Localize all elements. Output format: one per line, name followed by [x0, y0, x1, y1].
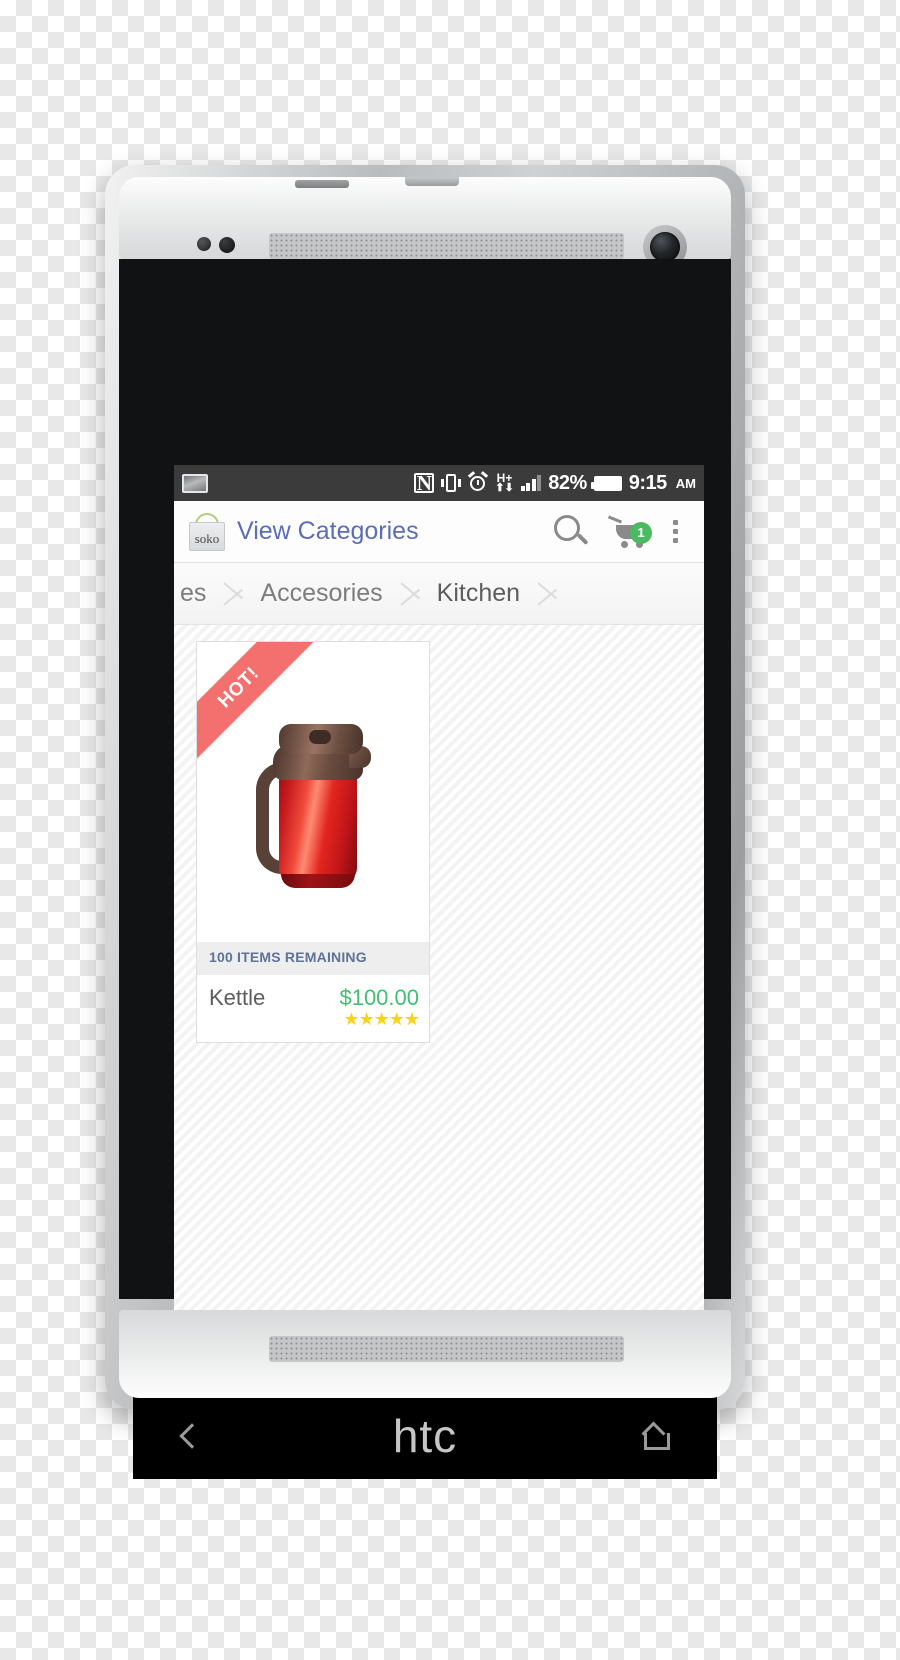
- power-button[interactable]: [405, 177, 459, 186]
- app-bar: soko View Categories 1: [174, 501, 704, 563]
- proximity-sensor-icon: [197, 237, 211, 251]
- breadcrumb-separator-icon: [536, 579, 558, 609]
- breadcrumb-item-1[interactable]: Accesories: [254, 579, 388, 608]
- phone-screen: N H+ ⬆⬇ 82% 9:15 AM soko View Categories…: [174, 465, 704, 1405]
- cart-count-badge: 1: [630, 521, 652, 544]
- overflow-dot-2: [672, 529, 678, 534]
- battery-icon: [590, 475, 622, 491]
- clock-label: 9:15: [628, 471, 668, 494]
- android-status-bar: N H+ ⬆⬇ 82% 9:15 AM: [174, 465, 704, 501]
- phone-top-bezel: [119, 177, 731, 269]
- phone-device: N H+ ⬆⬇ 82% 9:15 AM soko View Categories…: [105, 165, 745, 1479]
- clock-ampm-label: AM: [675, 475, 696, 491]
- htc-brand-logo: htc: [392, 1410, 458, 1462]
- view-categories-title[interactable]: View Categories: [237, 517, 544, 546]
- status-bar-system-icons: N H+ ⬆⬇ 82% 9:15 AM: [414, 471, 696, 495]
- vibrate-icon: [441, 473, 462, 493]
- phone-bottom-bezel: [119, 1310, 731, 1398]
- product-rating-stars: ★★★★★: [343, 1009, 420, 1029]
- home-icon: [641, 1425, 670, 1450]
- phone-front-face: N H+ ⬆⬇ 82% 9:15 AM soko View Categories…: [119, 259, 731, 1479]
- product-name-label: Kettle: [209, 985, 266, 1010]
- search-button[interactable]: [544, 514, 598, 549]
- back-button[interactable]: [179, 1423, 243, 1449]
- back-chevron-icon: [179, 1423, 205, 1449]
- product-price-label: $100.00: [339, 985, 419, 1010]
- signal-strength-icon: [520, 475, 542, 491]
- breadcrumb-separator-icon: [222, 579, 244, 609]
- network-type-icon: H+ ⬆⬇: [495, 472, 514, 494]
- breadcrumb-item-0[interactable]: es: [174, 579, 212, 608]
- product-card[interactable]: HOT! 100 ITEMS REMAINING Kettle $100.00 …: [196, 641, 430, 1043]
- bottom-speaker-grille: [269, 1336, 624, 1362]
- nfc-icon: N: [414, 471, 435, 495]
- breadcrumb-item-2[interactable]: Kitchen: [431, 579, 526, 608]
- overflow-dot-1: [672, 520, 678, 525]
- htc-navigation-bar: htc: [133, 1393, 717, 1479]
- stock-status-band: 100 ITEMS REMAINING: [197, 942, 429, 974]
- product-price-rating: $100.00 ★★★★★: [339, 985, 420, 1030]
- alarm-icon: [468, 471, 489, 493]
- kettle-base: [281, 874, 355, 888]
- search-icon: [554, 514, 589, 549]
- battery-percent-label: 82%: [548, 471, 587, 494]
- cart-button[interactable]: 1: [598, 514, 658, 548]
- overflow-dot-3: [672, 538, 678, 543]
- stock-status-label: 100 ITEMS REMAINING: [209, 949, 367, 965]
- product-info-row: Kettle $100.00 ★★★★★: [197, 974, 429, 1042]
- screenshot-icon: [182, 473, 208, 493]
- product-image[interactable]: HOT!: [197, 642, 429, 942]
- soko-logo-icon[interactable]: soko: [186, 511, 228, 553]
- data-transfer-icon: ⬆⬇: [495, 482, 514, 494]
- earpiece-speaker-grille: [269, 233, 624, 259]
- breadcrumb: es Accesories Kitchen: [174, 563, 704, 625]
- red-kettle-illustration: [251, 690, 377, 890]
- soko-logo-label: soko: [194, 530, 220, 546]
- product-grid: HOT! 100 ITEMS REMAINING Kettle $100.00 …: [174, 625, 704, 1405]
- light-sensor-icon: [219, 237, 235, 253]
- volume-button[interactable]: [295, 180, 349, 188]
- home-button[interactable]: [607, 1425, 670, 1450]
- status-bar-notifications: [182, 473, 208, 493]
- kettle-knob: [309, 730, 331, 744]
- nfc-icon-label: N: [416, 471, 432, 495]
- overflow-menu-button[interactable]: [658, 520, 692, 543]
- breadcrumb-separator-icon: [399, 579, 421, 609]
